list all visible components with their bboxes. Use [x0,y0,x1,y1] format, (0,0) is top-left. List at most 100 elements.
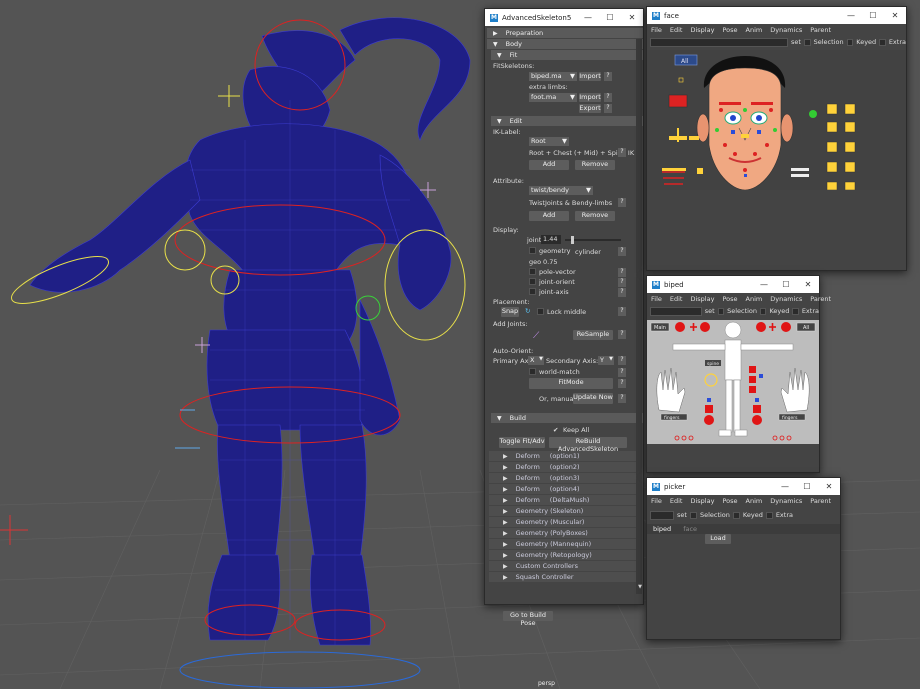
menu-display[interactable]: Display [690,26,714,34]
menu-parent[interactable]: Parent [810,26,831,34]
menu-anim[interactable]: Anim [746,295,763,303]
joint-axis-checkbox[interactable] [529,288,536,295]
secondary-axis-dropdown[interactable]: Y ▼ [598,356,614,365]
build-item[interactable]: ▶ Deform (option2) [489,462,641,472]
extra-checkbox[interactable] [879,38,886,46]
namespace-dropdown[interactable] [650,510,674,520]
menu-parent[interactable]: Parent [810,295,831,303]
build-item[interactable]: ▶ Geometry (Retopology) [489,550,641,560]
joint-chain-icon[interactable]: ⟋ [533,331,539,341]
ik-remove-button[interactable]: Remove [575,160,615,170]
menu-display[interactable]: Display [690,295,714,303]
menu-dynamics[interactable]: Dynamics [770,26,802,34]
build-item[interactable]: ▶ Deform (option4) [489,484,641,494]
keyed-checkbox[interactable] [760,307,767,315]
import-extra-button[interactable]: Import [579,93,601,102]
menu-parent[interactable]: Parent [810,497,831,505]
snap-button[interactable]: Snap [501,307,519,317]
help-button[interactable]: ? [618,330,626,339]
attribute-remove-button[interactable]: Remove [575,211,615,221]
section-fit[interactable]: ▼ Fit [491,50,643,60]
menu-edit[interactable]: Edit [670,295,683,303]
geometry-checkbox[interactable] [529,247,536,254]
update-now-button[interactable]: Update Now [573,393,613,404]
import-button[interactable]: Import [579,72,601,81]
build-item[interactable]: ▶ Squash Controller [489,572,641,582]
section-body[interactable]: ▼ Body [487,39,643,49]
tab-face[interactable]: face [677,524,703,534]
minimize-icon[interactable]: — [840,7,862,24]
section-edit[interactable]: ▼ Edit [491,116,643,126]
set-button[interactable]: set [791,38,801,46]
attribute-add-button[interactable]: Add [529,211,569,221]
load-button[interactable]: Load [705,534,731,544]
menu-edit[interactable]: Edit [670,26,683,34]
face-picker-canvas[interactable]: All [647,50,906,190]
selection-checkbox[interactable] [717,307,725,315]
minimize-icon[interactable]: — [774,478,796,495]
window-titlebar[interactable]: M biped — ☐ ✕ [647,276,819,293]
minimize-icon[interactable]: — [577,9,599,26]
build-item[interactable]: ▶ Geometry (Mannequin) [489,539,641,549]
keep-all-checkbox[interactable]: ✔ [553,426,558,434]
build-item[interactable]: ▶ Geometry (Muscular) [489,517,641,527]
maximize-icon[interactable]: ☐ [862,7,884,24]
tab-biped[interactable]: biped [647,524,677,534]
build-item[interactable]: ▶ Deform (DeltaMush) [489,495,641,505]
help-button[interactable]: ? [618,278,626,287]
toggle-fit-adv-button[interactable]: Toggle Fit/Adv [499,437,545,448]
biped-picker-canvas[interactable]: Main All fingers fingers spine [647,320,819,444]
help-button[interactable]: ? [618,379,626,388]
build-item[interactable]: ▶ Geometry (Skeleton) [489,506,641,516]
selection-checkbox[interactable] [803,38,811,46]
minimize-icon[interactable]: — [753,276,775,293]
help-button[interactable]: ? [618,198,626,207]
help-button[interactable]: ? [604,93,612,102]
biped-picker-window[interactable]: M biped — ☐ ✕ File Edit Display Pose Anim Dynam… [646,275,831,473]
build-item[interactable]: ▶ Deform (option3) [489,473,641,483]
help-button[interactable]: ? [618,368,626,377]
close-icon[interactable]: ✕ [818,478,840,495]
menu-edit[interactable]: Edit [670,497,683,505]
menu-dynamics[interactable]: Dynamics [770,497,802,505]
lock-middle-checkbox[interactable] [537,308,544,315]
primary-axis-dropdown[interactable]: X ▼ [528,356,544,365]
menu-pose[interactable]: Pose [722,26,737,34]
magnet-icon[interactable]: ↻ [525,307,530,315]
go-to-build-pose-button[interactable]: Go to Build Pose [503,611,553,627]
menu-anim[interactable]: Anim [746,497,763,505]
help-button[interactable]: ? [618,247,626,256]
section-preparation[interactable]: ▶ Preparation [487,28,643,38]
pole-vector-checkbox[interactable] [529,268,536,275]
window-titlebar[interactable]: M AdvancedSkeleton5 — ☐ ✕ [485,9,643,26]
menu-file[interactable]: File [651,26,662,34]
build-item[interactable]: ▶ Custom Controllers [489,561,641,571]
window-titlebar[interactable]: M face — ☐ ✕ [647,7,906,24]
keyed-checkbox[interactable] [846,38,854,46]
maximize-icon[interactable]: ☐ [796,478,818,495]
export-button[interactable]: Export [579,104,601,113]
ik-add-button[interactable]: Add [529,160,569,170]
help-button[interactable]: ? [604,104,612,113]
window-titlebar[interactable]: M picker — ☐ ✕ [647,478,840,495]
rebuild-button[interactable]: ReBuild AdvancedSkeleton [549,437,627,453]
maximize-icon[interactable]: ☐ [599,9,621,26]
advancedskeleton-window[interactable]: M AdvancedSkeleton5 — ☐ ✕ ▶ Preparation ▼ Bo… [484,8,644,627]
set-button[interactable]: set [677,511,687,519]
extra-checkbox[interactable] [765,511,773,519]
help-button[interactable]: ? [618,307,626,316]
slider-handle[interactable] [571,236,574,244]
close-icon[interactable]: ✕ [797,276,819,293]
scrollbar[interactable] [636,39,642,594]
menu-anim[interactable]: Anim [746,26,763,34]
menu-pose[interactable]: Pose [722,295,737,303]
set-button[interactable]: set [705,307,715,315]
attribute-dropdown[interactable]: twist/bendy ▼ [529,186,593,195]
build-item[interactable]: ▶ Geometry (PolyBoxes) [489,528,641,538]
help-button[interactable]: ? [618,148,626,157]
close-icon[interactable]: ✕ [621,9,643,26]
menu-dynamics[interactable]: Dynamics [770,295,802,303]
menu-file[interactable]: File [651,497,662,505]
help-button[interactable]: ? [618,268,626,277]
menu-display[interactable]: Display [690,497,714,505]
